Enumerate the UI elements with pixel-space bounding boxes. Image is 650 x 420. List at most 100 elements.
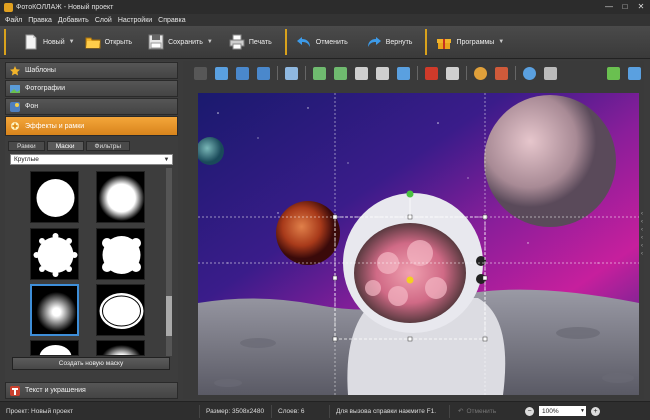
- minimize-button[interactable]: —: [602, 1, 616, 12]
- maximize-button[interactable]: □: [618, 1, 632, 12]
- mask-thumbnail-selected[interactable]: [30, 284, 79, 336]
- mask-thumbnail[interactable]: [96, 340, 145, 356]
- effects-wand-icon: [11, 122, 19, 130]
- crop-icon[interactable]: [446, 66, 459, 80]
- title-bar: ФотоКОЛЛАЖ - Новый проект — □ ✕: [0, 0, 650, 14]
- delete-icon[interactable]: [425, 66, 438, 80]
- new-label: Новый: [43, 38, 65, 46]
- mask-category-select[interactable]: Круглые ▼: [10, 154, 173, 165]
- background-icon: [10, 101, 20, 112]
- close-button[interactable]: ✕: [634, 1, 648, 12]
- menu-edit[interactable]: Правка: [28, 17, 52, 24]
- tab-filters[interactable]: Фильтры: [85, 141, 131, 151]
- disk-icon: [148, 34, 164, 50]
- section-text[interactable]: Текст и украшения: [5, 382, 178, 399]
- status-size: Размер: 3508x2480: [200, 404, 272, 418]
- menu-add[interactable]: Добавить: [58, 17, 89, 24]
- tab-masks[interactable]: Маски: [46, 141, 84, 151]
- project-name: Новый проект: [31, 407, 74, 415]
- new-dropdown-icon[interactable]: ▼: [69, 39, 75, 45]
- mask-thumbnail[interactable]: [30, 340, 79, 356]
- save-dropdown-icon[interactable]: ▼: [207, 39, 213, 45]
- edit-toolbar: [190, 62, 645, 84]
- open-label: Открыть: [104, 38, 133, 46]
- section-templates[interactable]: Шаблоны: [5, 62, 178, 79]
- bring-forward-icon[interactable]: [194, 66, 207, 80]
- side-chevron-icon: ‹: [641, 235, 643, 241]
- rotate-right-icon[interactable]: [334, 66, 347, 80]
- zoom-select[interactable]: 100% ▼: [539, 406, 586, 416]
- toolbar-divider: [4, 29, 6, 55]
- flip-vertical-icon[interactable]: [376, 66, 389, 80]
- app-logo-icon: [4, 2, 13, 12]
- zoom-out-button[interactable]: −: [525, 406, 534, 416]
- menu-layer[interactable]: Слой: [95, 17, 112, 24]
- status-bar: Проект: Новый проект Размер: 3508x2480 С…: [0, 401, 650, 420]
- tab-frames[interactable]: Рамки: [8, 141, 45, 151]
- undo-label: Отменить: [315, 38, 348, 46]
- bring-to-front-icon[interactable]: [236, 66, 249, 80]
- zoom-control: − 100% ▼ +: [520, 406, 605, 416]
- menu-file[interactable]: Файл: [5, 17, 22, 24]
- redo-label: Вернуть: [385, 38, 413, 46]
- lock-icon[interactable]: [544, 66, 557, 80]
- page-icon[interactable]: [607, 66, 620, 80]
- section-effects-label: Эффекты и рамки: [25, 122, 85, 130]
- save-button[interactable]: Сохранить ▼: [143, 29, 218, 55]
- side-chevron-icon: ‹: [641, 219, 643, 225]
- page-settings-icon[interactable]: [628, 66, 641, 80]
- menu-help[interactable]: Справка: [158, 17, 185, 24]
- open-button[interactable]: Открыть: [80, 29, 138, 55]
- status-project: Проект: Новый проект: [0, 404, 200, 418]
- mask-thumbnail[interactable]: [96, 171, 145, 223]
- help-hint: Для вызова справки нажмите F1.: [336, 407, 437, 415]
- redo-button[interactable]: Вернуть: [361, 29, 418, 55]
- section-background[interactable]: Фон: [5, 98, 178, 115]
- programs-button[interactable]: Программы ▼: [431, 29, 509, 55]
- rotate-left-icon[interactable]: [313, 66, 326, 80]
- send-backward-icon[interactable]: [215, 66, 228, 80]
- section-photos[interactable]: Фотографии: [5, 80, 178, 97]
- gear-icon[interactable]: [523, 66, 536, 80]
- magic-icon[interactable]: [495, 66, 508, 80]
- new-button[interactable]: Новый ▼: [18, 29, 80, 55]
- toolbar-separator: [417, 66, 418, 80]
- folder-icon: [85, 37, 101, 49]
- collage-canvas[interactable]: [198, 93, 639, 395]
- section-templates-label: Шаблоны: [25, 67, 56, 74]
- side-chevron-icon: ‹: [641, 227, 643, 233]
- toolbar-separator: [466, 66, 467, 80]
- create-mask-label: Создать новую маску: [58, 360, 124, 367]
- align-icon[interactable]: [285, 66, 298, 80]
- menu-settings[interactable]: Настройки: [118, 17, 152, 24]
- main-toolbar: Новый ▼ Открыть Сохранить ▼ Печать Отмен…: [0, 26, 650, 59]
- photo-icon: [10, 84, 20, 93]
- mask-category-value: Круглые: [14, 156, 39, 163]
- effects-icon[interactable]: [474, 66, 487, 80]
- section-effects[interactable]: Эффекты и рамки: [5, 116, 178, 136]
- chevron-down-icon: ▼: [580, 408, 585, 414]
- send-to-back-icon[interactable]: [257, 66, 270, 80]
- chevron-down-icon: ▼: [163, 156, 170, 163]
- mask-thumbnail[interactable]: [96, 228, 145, 280]
- mask-thumbnail[interactable]: [30, 171, 79, 223]
- mask-thumbnail[interactable]: [30, 228, 79, 280]
- undo-button[interactable]: Отменить: [291, 29, 353, 55]
- mask-thumbnail[interactable]: [96, 284, 145, 336]
- project-label: Проект:: [6, 407, 30, 415]
- toolbar-separator: [277, 66, 278, 80]
- section-photos-label: Фотографии: [25, 85, 66, 92]
- effects-subtabs: Рамки Маски Фильтры: [8, 141, 176, 151]
- window-title: ФотоКОЛЛАЖ - Новый проект: [16, 3, 114, 11]
- zoom-in-button[interactable]: +: [591, 406, 600, 416]
- create-mask-button[interactable]: Создать новую маску: [12, 357, 170, 370]
- scrollbar-thumb[interactable]: [166, 296, 172, 336]
- section-text-label: Текст и украшения: [25, 387, 86, 394]
- fit-icon[interactable]: [397, 66, 410, 80]
- gallery-scrollbar[interactable]: [166, 168, 172, 356]
- programs-dropdown-icon[interactable]: ▼: [498, 39, 504, 45]
- status-undo-button[interactable]: ↶ Отменить: [458, 407, 520, 416]
- print-button[interactable]: Печать: [224, 29, 277, 55]
- layers-value: 6: [300, 407, 305, 415]
- flip-horizontal-icon[interactable]: [355, 66, 368, 80]
